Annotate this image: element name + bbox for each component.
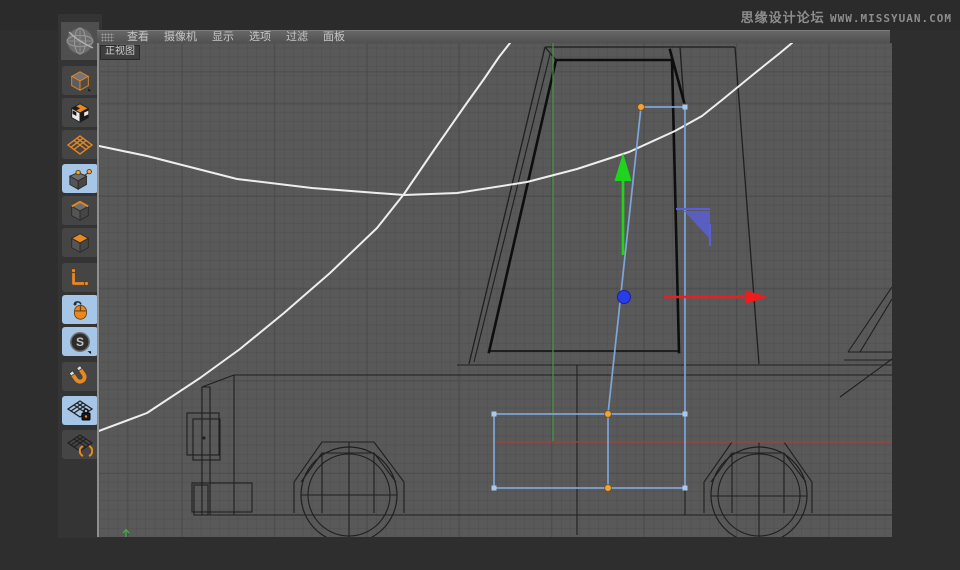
toolbar-model-mode[interactable]: [62, 66, 98, 95]
handle[interactable]: [682, 485, 688, 491]
watermark-chinese: 思缘设计论坛: [740, 10, 825, 25]
toolbar-tweak-mode[interactable]: [62, 295, 98, 324]
s-badge-icon: S: [70, 331, 92, 354]
edge-cube-icon: [70, 200, 90, 221]
globe-icon: [66, 27, 94, 55]
viewport-menubar: 查看 摄像机 显示 选项 过滤 面板: [97, 30, 890, 43]
menu-item-options[interactable]: 选项: [247, 31, 273, 43]
toolbar-magnet[interactable]: [62, 362, 98, 391]
spline-upper: [99, 43, 793, 196]
toolbar-enable-axis[interactable]: [62, 263, 98, 292]
white-splines: [99, 43, 793, 432]
axis-icon: [70, 267, 90, 286]
world-axes: [494, 43, 892, 443]
menu-item-filter[interactable]: 过滤: [284, 31, 310, 43]
watermark-url: WWW.MISSYUAN.COM: [830, 12, 952, 25]
gizmo-origin-ball[interactable]: [617, 290, 631, 304]
handle[interactable]: [491, 411, 497, 417]
c4d-window: 思缘设计论坛 WWW.MISSYUAN.COM S 查看 摄像机 显示 选项 过…: [0, 0, 960, 570]
points-cube-icon: [68, 168, 92, 190]
menu-item-view[interactable]: 查看: [125, 31, 151, 43]
handle[interactable]: [682, 104, 688, 110]
toolbar-workplane-lock[interactable]: [62, 396, 98, 425]
mouse-icon: [73, 300, 87, 320]
menu-item-camera[interactable]: 摄像机: [162, 31, 199, 43]
toolbar-snap-settings[interactable]: S: [62, 327, 98, 356]
view-axis-indicator: [122, 528, 130, 537]
polygon-cube-icon: [70, 232, 90, 253]
toolbar-points-mode[interactable]: [62, 164, 98, 193]
c4d-globe-logo: [61, 22, 99, 60]
selected-point[interactable]: [604, 410, 612, 418]
toolbar-edges-mode[interactable]: [62, 196, 98, 225]
magnet-icon: [68, 364, 87, 384]
selected-point[interactable]: [604, 484, 612, 492]
menu-grip[interactable]: [101, 32, 114, 42]
toolbar-polygons-mode[interactable]: [62, 228, 98, 257]
toolbar-workplane-mode[interactable]: [62, 130, 98, 159]
viewport-canvas[interactable]: 正视图: [97, 43, 892, 537]
menu-item-display[interactable]: 显示: [210, 31, 236, 43]
car-wireframe: [186, 46, 892, 537]
gizmo-y-arrow[interactable]: [614, 153, 632, 255]
grid-rotate-icon: [67, 433, 93, 457]
left-toolbar: S: [58, 14, 102, 538]
grid-plane-icon: [67, 134, 93, 155]
menu-item-panel[interactable]: 面板: [321, 31, 347, 43]
handle[interactable]: [682, 411, 688, 417]
toolbar-texture-mode[interactable]: [62, 98, 98, 127]
viewport-label[interactable]: 正视图: [100, 45, 140, 60]
grid-lock-icon: [67, 399, 93, 420]
window-top-strip: 思缘设计论坛 WWW.MISSYUAN.COM: [0, 0, 960, 30]
gizmo-plane-handle[interactable]: [676, 208, 711, 246]
s-glyph: S: [76, 335, 84, 349]
selected-point[interactable]: [637, 103, 645, 111]
cab-window-wireframe: [487, 48, 686, 354]
selection-handles[interactable]: [491, 104, 688, 491]
cube-outline-icon: [70, 70, 92, 91]
checker-cube-icon: [70, 102, 90, 123]
scene-svg: [99, 43, 892, 537]
handle[interactable]: [491, 485, 497, 491]
watermark: 思缘设计论坛 WWW.MISSYUAN.COM: [741, 7, 952, 27]
gizmo-x-arrow[interactable]: [664, 290, 768, 304]
spline-lower: [99, 43, 511, 432]
toolbar-workplane-interactive[interactable]: [62, 430, 98, 459]
